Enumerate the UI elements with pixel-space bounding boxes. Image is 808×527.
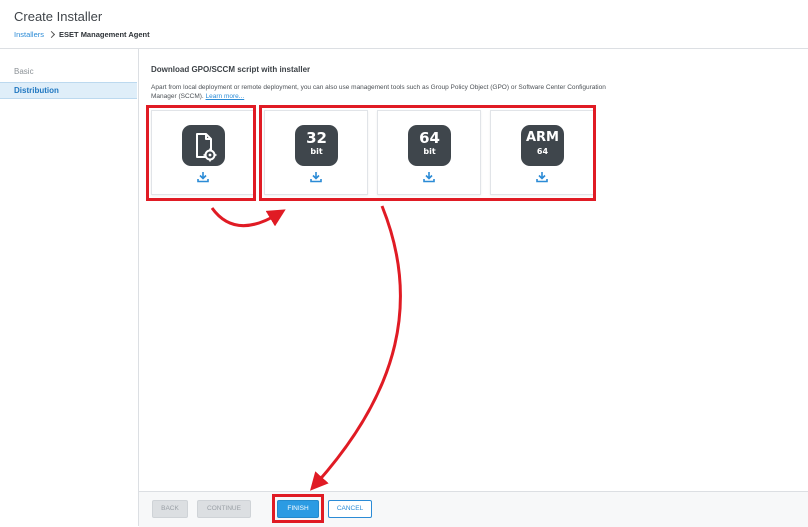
breadcrumb-installers-link[interactable]: Installers <box>14 30 44 39</box>
breadcrumb: Installers ESET Management Agent <box>14 30 150 39</box>
header: Create Installer Installers ESET Managem… <box>0 0 808 49</box>
page-title: Create Installer <box>14 9 103 24</box>
section-title: Download GPO/SCCM script with installer <box>151 65 311 74</box>
cancel-button[interactable]: CANCEL <box>328 500 372 518</box>
arrow-script-to-installers <box>210 207 286 228</box>
sidebar-item-basic[interactable]: Basic <box>0 64 137 80</box>
sidebar-item-distribution[interactable]: Distribution <box>0 82 137 99</box>
back-button[interactable]: BACK <box>152 500 188 518</box>
finish-button[interactable]: FINISH <box>277 500 319 518</box>
highlight-box-script <box>146 105 256 201</box>
section-description: Apart from local deployment or remote de… <box>151 83 611 101</box>
breadcrumb-current: ESET Management Agent <box>59 30 150 39</box>
continue-button[interactable]: CONTINUE <box>197 500 251 518</box>
sidebar: Basic Distribution <box>0 49 139 526</box>
arrow-installers-to-finish <box>310 205 402 491</box>
learn-more-link[interactable]: Learn more... <box>206 93 245 100</box>
highlight-box-installers <box>259 105 596 201</box>
chevron-right-icon <box>47 30 56 39</box>
